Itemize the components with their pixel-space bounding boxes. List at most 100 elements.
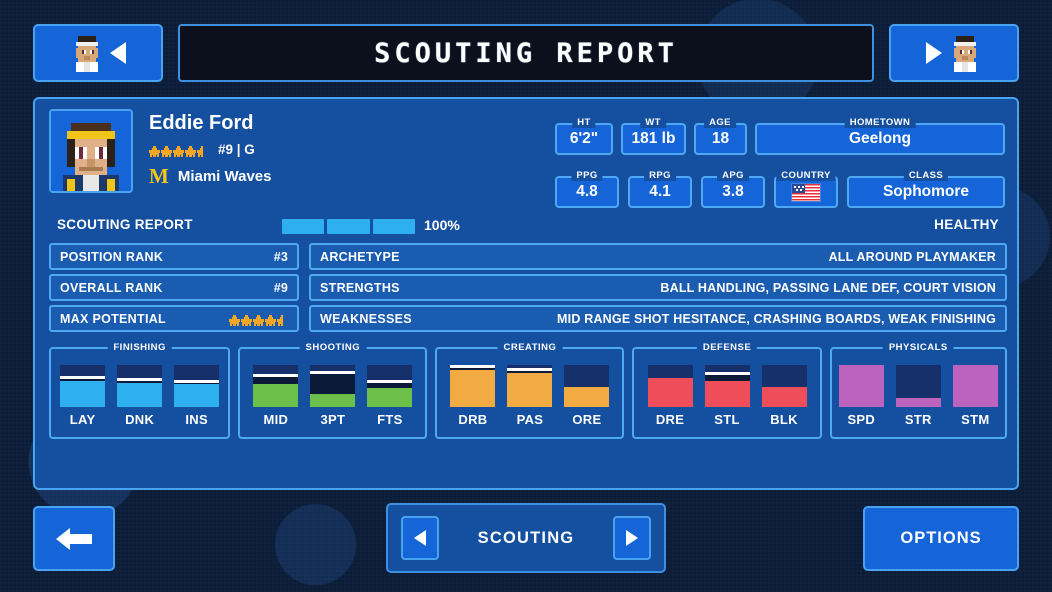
attribute-potential-marker [507, 367, 553, 371]
attribute-group-title: PHYSICALS [882, 342, 954, 353]
scouting-progress-percent: 100% [424, 217, 460, 233]
scouting-report-header: SCOUTING REPORT 100% HEALTHY [49, 214, 1007, 240]
attribute-dre[interactable]: DRE [647, 365, 693, 427]
scouting-report-screen: SCOUTING REPORT Eddie Ford #9 | G M Miam… [0, 0, 1052, 592]
attribute-dnk[interactable]: DNK [117, 365, 163, 427]
attribute-lay[interactable]: LAY [60, 365, 106, 427]
trait-archetype-value: ALL AROUND PLAYMAKER [828, 249, 996, 264]
back-button[interactable] [33, 506, 115, 571]
next-player-button[interactable] [889, 24, 1019, 82]
attribute-pas[interactable]: PAS [507, 365, 553, 427]
attribute-drb[interactable]: DRB [450, 365, 496, 427]
attribute-bar-fill [952, 365, 998, 407]
attribute-fts[interactable]: FTS [367, 365, 413, 427]
attribute-bar [952, 365, 998, 407]
attribute-potential-marker [704, 372, 750, 376]
attribute-bar-fill [174, 383, 220, 407]
star-icon-full [265, 313, 276, 326]
status-badge: HEALTHY [934, 217, 999, 232]
vital-age-value: 18 [711, 130, 730, 147]
attribute-group-title: SHOOTING [299, 342, 367, 353]
stat-ppg-value: 4.8 [576, 183, 598, 200]
attribute-label: STR [904, 412, 932, 427]
attribute-label: DRE [655, 412, 685, 427]
star-icon-full [253, 313, 264, 326]
attribute-potential-shade [450, 368, 496, 371]
attribute-label: SPD [847, 412, 876, 427]
stat-ppg-label: PPG [571, 170, 603, 181]
pager-next-button[interactable] [613, 516, 651, 560]
attribute-group-title: DEFENSE [696, 342, 758, 353]
attribute-potential-marker [253, 373, 299, 377]
avatar [49, 109, 133, 193]
attribute-bar [838, 365, 884, 407]
attribute-ins[interactable]: INS [174, 365, 220, 427]
attribute-bar [60, 365, 106, 407]
attribute-ore[interactable]: ORE [564, 365, 610, 427]
attribute-bar-fill [761, 386, 807, 407]
attribute-bar-fill [450, 370, 496, 407]
attribute-bar [450, 365, 496, 407]
stat-rpg-value: 4.1 [649, 183, 671, 200]
attribute-group-finishing: FINISHING LAY DNK INS [49, 342, 231, 439]
team-logo-icon: M [149, 164, 169, 188]
attribute-bar [761, 365, 807, 407]
star-icons [149, 144, 208, 157]
rank-overall: OVERALL RANK #9 [49, 274, 299, 301]
attribute-3pt[interactable]: 3PT [310, 365, 356, 427]
vital-ht-value: 6'2" [569, 130, 599, 147]
attribute-label: DNK [125, 412, 155, 427]
attribute-potential-marker [450, 365, 496, 369]
scouting-report-label: SCOUTING REPORT [57, 217, 193, 232]
attribute-bar [367, 365, 413, 407]
attribute-spd[interactable]: SPD [838, 365, 884, 427]
attribute-label: PAS [516, 412, 544, 427]
attribute-blk[interactable]: BLK [761, 365, 807, 427]
attribute-stm[interactable]: STM [952, 365, 998, 427]
star-icon-half [277, 313, 288, 324]
triangle-left-icon [414, 530, 426, 546]
pager-previous-button[interactable] [401, 516, 439, 560]
attribute-bar-fill [838, 365, 884, 407]
attribute-bar [704, 365, 750, 407]
attribute-mid[interactable]: MID [253, 365, 299, 427]
trait-strengths: STRENGTHS BALL HANDLING, PASSING LANE DE… [309, 274, 1007, 301]
arrow-left-icon [56, 527, 92, 550]
attribute-bar-fill [310, 393, 356, 407]
attribute-bar [564, 365, 610, 407]
max-potential: MAX POTENTIAL [49, 305, 299, 332]
attribute-str[interactable]: STR [895, 365, 941, 427]
attribute-potential-marker [310, 371, 356, 375]
attribute-label: INS [185, 412, 208, 427]
stat-apg-label: APG [717, 170, 749, 181]
triangle-right-icon [926, 42, 942, 64]
trait-weaknesses: WEAKNESSES MID RANGE SHOT HESITANCE, CRA… [309, 305, 1007, 332]
star-icon-full [229, 313, 240, 326]
player-star-rating: #9 | G [149, 142, 255, 157]
attribute-stl[interactable]: STL [704, 365, 750, 427]
options-button[interactable]: OPTIONS [863, 506, 1019, 571]
player-avatar-icon [76, 36, 98, 72]
attribute-groups: FINISHING LAY DNK INS SHOOTING MID 3PT FTS CREAT… [49, 342, 1007, 439]
triangle-right-icon [626, 530, 638, 546]
attribute-label: FTS [377, 412, 403, 427]
trait-strengths-label: STRENGTHS [320, 280, 400, 295]
team-name: Miami Waves [177, 168, 272, 185]
triangle-left-icon [110, 42, 126, 64]
trait-weaknesses-label: WEAKNESSES [320, 311, 412, 326]
usa-flag-icon [791, 182, 821, 202]
attribute-label: 3PT [320, 412, 346, 427]
previous-player-button[interactable] [33, 24, 163, 82]
attribute-bar-fill [704, 380, 750, 407]
stat-class-value: Sophomore [882, 183, 970, 200]
attribute-bar-fill [253, 383, 299, 407]
attribute-potential-shade [174, 382, 220, 384]
attribute-label: ORE [572, 412, 602, 427]
top-navigation-bar: SCOUTING REPORT [0, 0, 1052, 96]
attribute-group-creating: CREATING DRB PAS ORE [435, 342, 625, 439]
star-icon-full [185, 144, 196, 157]
progress-segment [372, 219, 415, 234]
vital-wt-label: WT [640, 117, 666, 128]
attribute-bar-fill [117, 382, 163, 407]
player-team: M Miami Waves [149, 166, 271, 187]
